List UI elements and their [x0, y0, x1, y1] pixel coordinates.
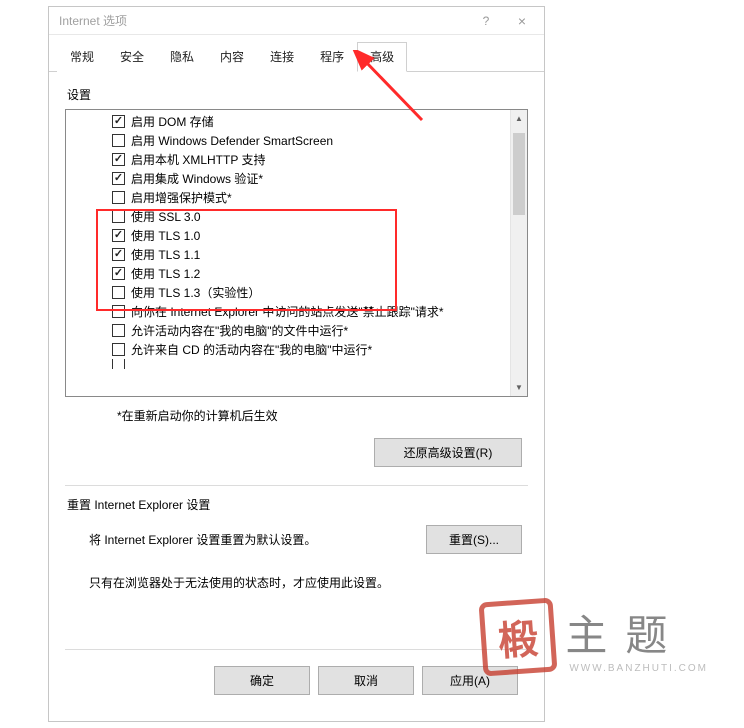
ok-button[interactable]: 确定 [214, 666, 310, 695]
watermark-stamp: 椴 [479, 598, 558, 677]
opt-label: 启用 DOM 存储 [131, 113, 214, 130]
tabstrip: 常规 安全 隐私 内容 连接 程序 高级 [49, 35, 544, 72]
cancel-button[interactable]: 取消 [318, 666, 414, 695]
tab-privacy[interactable]: 隐私 [157, 42, 207, 72]
checkbox-icon[interactable] [112, 248, 125, 261]
checkbox-icon[interactable] [112, 172, 125, 185]
settings-list: 启用 DOM 存储 启用 Windows Defender SmartScree… [66, 110, 510, 396]
opt-smartscreen[interactable]: 启用 Windows Defender SmartScreen [112, 131, 510, 150]
settings-listbox: 启用 DOM 存储 启用 Windows Defender SmartScree… [65, 109, 528, 397]
opt-label: 允许来自 CD 的活动内容在"我的电脑"中运行* [131, 341, 372, 358]
reset-button[interactable]: 重置(S)... [426, 525, 522, 554]
scroll-track[interactable] [511, 127, 527, 379]
tab-programs[interactable]: 程序 [307, 42, 357, 72]
reset-section-header: 重置 Internet Explorer 设置 [67, 496, 528, 513]
scroll-thumb[interactable] [513, 133, 525, 215]
checkbox-icon[interactable] [112, 324, 125, 337]
opt-label: 使用 SSL 3.0 [131, 208, 201, 225]
opt-label: 向你在 Internet Explorer 中访问的站点发送"禁止跟踪"请求* [131, 303, 444, 320]
opt-label: 使用 TLS 1.2 [131, 265, 200, 282]
checkbox-icon[interactable] [112, 359, 125, 369]
opt-enhanced-protected[interactable]: 启用增强保护模式* [112, 188, 510, 207]
restart-note: *在重新启动你的计算机后生效 [117, 407, 528, 424]
checkbox-icon[interactable] [112, 115, 125, 128]
tab-security[interactable]: 安全 [107, 42, 157, 72]
checkbox-icon[interactable] [112, 191, 125, 204]
opt-label: 使用 TLS 1.3（实验性） [131, 284, 260, 301]
opt-label: 启用增强保护模式* [131, 189, 232, 206]
opt-label: 启用本机 XMLHTTP 支持 [131, 151, 265, 168]
checkbox-icon[interactable] [112, 134, 125, 147]
tab-general[interactable]: 常规 [57, 42, 107, 72]
tab-connections[interactable]: 连接 [257, 42, 307, 72]
opt-tls12[interactable]: 使用 TLS 1.2 [112, 264, 510, 283]
opt-tls13[interactable]: 使用 TLS 1.3（实验性） [112, 283, 510, 302]
opt-xmlhttp[interactable]: 启用本机 XMLHTTP 支持 [112, 150, 510, 169]
opt-tls11[interactable]: 使用 TLS 1.1 [112, 245, 510, 264]
opt-dom-storage[interactable]: 启用 DOM 存储 [112, 112, 510, 131]
opt-tls10[interactable]: 使用 TLS 1.0 [112, 226, 510, 245]
tab-content[interactable]: 内容 [207, 42, 257, 72]
checkbox-icon[interactable] [112, 153, 125, 166]
opt-active-cd[interactable]: 允许来自 CD 的活动内容在"我的电脑"中运行* [112, 340, 510, 359]
opt-label: 使用 TLS 1.0 [131, 227, 200, 244]
divider [65, 485, 528, 486]
scroll-down-icon[interactable]: ▼ [511, 379, 527, 396]
opt-integrated-auth[interactable]: 启用集成 Windows 验证* [112, 169, 510, 188]
watermark-title: 主题 [565, 602, 685, 663]
scroll-up-icon[interactable]: ▲ [511, 110, 527, 127]
settings-label: 设置 [67, 86, 528, 103]
internet-options-dialog: Internet 选项 ? × 常规 安全 隐私 内容 连接 程序 高级 设置 … [48, 6, 545, 722]
dialog-footer: 确定 取消 应用(A) [65, 649, 528, 709]
opt-active-mycomputer[interactable]: 允许活动内容在"我的电脑"的文件中运行* [112, 321, 510, 340]
help-button[interactable]: ? [468, 9, 504, 33]
reset-hint: 只有在浏览器处于无法使用的状态时，才应使用此设置。 [89, 574, 528, 591]
window-title: Internet 选项 [59, 12, 468, 29]
opt-label: 使用 TLS 1.1 [131, 246, 200, 263]
watermark-sub: WWW.BANZHUTI.COM [569, 663, 708, 674]
checkbox-icon[interactable] [112, 286, 125, 299]
checkbox-icon[interactable] [112, 210, 125, 223]
restore-defaults-button[interactable]: 还原高级设置(R) [374, 438, 522, 467]
checkbox-icon[interactable] [112, 229, 125, 242]
checkbox-icon[interactable] [112, 343, 125, 356]
opt-label: 启用集成 Windows 验证* [131, 170, 263, 187]
reset-text: 将 Internet Explorer 设置重置为默认设置。 [89, 531, 396, 548]
opt-ssl30[interactable]: 使用 SSL 3.0 [112, 207, 510, 226]
opt-cutoff[interactable] [112, 359, 510, 369]
scrollbar[interactable]: ▲ ▼ [510, 110, 527, 396]
dialog-body: 设置 启用 DOM 存储 启用 Windows Defender SmartSc… [49, 72, 544, 721]
checkbox-icon[interactable] [112, 305, 125, 318]
opt-label: 允许活动内容在"我的电脑"的文件中运行* [131, 322, 348, 339]
checkbox-icon[interactable] [112, 267, 125, 280]
watermark: 椴 主题 WWW.BANZHUTI.COM [481, 600, 708, 674]
close-button[interactable]: × [504, 9, 540, 33]
opt-label: 启用 Windows Defender SmartScreen [131, 132, 333, 149]
titlebar: Internet 选项 ? × [49, 7, 544, 35]
tab-advanced[interactable]: 高级 [357, 42, 407, 72]
opt-dnt[interactable]: 向你在 Internet Explorer 中访问的站点发送"禁止跟踪"请求* [112, 302, 510, 321]
